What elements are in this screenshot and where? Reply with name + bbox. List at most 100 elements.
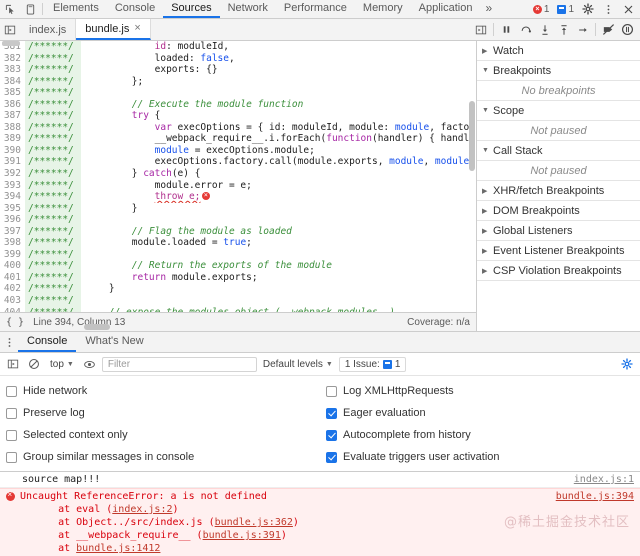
step-into-next-function-call-icon[interactable] <box>535 20 554 39</box>
show-navigator-icon[interactable] <box>0 19 20 40</box>
step-over-next-function-call-icon[interactable] <box>516 20 535 39</box>
setting-hide-network[interactable]: Hide network <box>0 385 320 397</box>
sidebar-section-scope[interactable]: ▼ Scope <box>477 101 640 121</box>
console-settings-gear-icon[interactable] <box>618 355 636 373</box>
console-filter-input[interactable] <box>101 356 257 372</box>
line-number[interactable]: 402 <box>0 283 25 296</box>
console-log-message: source map!!! index.js:1 <box>0 472 640 488</box>
pretty-print-braces-icon[interactable]: { } <box>6 317 24 328</box>
checkbox[interactable] <box>326 451 337 463</box>
deactivate-breakpoints-icon[interactable] <box>599 20 618 39</box>
line-number[interactable]: 400 <box>0 260 25 272</box>
issues-chip[interactable]: 1 Issue: 1 <box>338 356 407 372</box>
line-number[interactable]: 385 <box>0 87 25 99</box>
gear-icon[interactable] <box>578 3 598 15</box>
setting-eager-evaluation[interactable]: Eager evaluation <box>320 407 640 419</box>
inline-error-badge-icon[interactable] <box>202 191 211 201</box>
line-number[interactable]: 383 <box>0 64 25 76</box>
step-icon[interactable] <box>573 20 592 39</box>
sidebar-section-global-listeners[interactable]: ▶ Global Listeners <box>477 221 640 241</box>
editor-horizontal-scrollbar[interactable] <box>84 324 110 330</box>
line-number[interactable]: 403 <box>0 295 25 307</box>
code-text: // Execute the module function <box>86 98 304 110</box>
tab-sources[interactable]: Sources <box>163 0 220 18</box>
line-number[interactable]: 395 <box>0 202 25 215</box>
setting-selected-context-only[interactable]: Selected context only <box>0 429 320 441</box>
execution-context-selector[interactable]: top ▼ <box>46 359 78 370</box>
console-message-source-link[interactable]: bundle.js:394 <box>548 490 634 503</box>
open-file-tabs: index.js bundle.js × <box>20 19 471 40</box>
create-live-expression-icon[interactable] <box>81 355 99 373</box>
tab-application[interactable]: Application <box>411 0 481 18</box>
setting-log-xmlhttprequests[interactable]: Log XMLHttpRequests <box>320 385 640 397</box>
inspect-element-icon[interactable] <box>0 0 20 18</box>
clear-console-icon[interactable] <box>25 355 43 373</box>
tab-elements[interactable]: Elements <box>45 0 107 18</box>
line-number[interactable]: 397 <box>0 225 25 238</box>
sidebar-section-event-listener-breakpoints[interactable]: ▶ Event Listener Breakpoints <box>477 241 640 261</box>
stack-frame-link[interactable]: index.js:2 <box>112 504 172 515</box>
line-number[interactable]: 390 <box>0 144 25 157</box>
checkbox[interactable] <box>326 407 337 419</box>
stack-frame-link[interactable]: bundle.js:362 <box>215 517 293 528</box>
console-message-source-link[interactable]: index.js:1 <box>566 473 634 486</box>
log-levels-selector[interactable]: Default levels ▼ <box>260 359 336 370</box>
drawer-tab-whats-new[interactable]: What's New <box>76 332 152 352</box>
close-icon[interactable]: × <box>134 23 140 34</box>
setting-autocomplete-from-history[interactable]: Autocomplete from history <box>320 429 640 441</box>
sidebar-section-call-stack[interactable]: ▼ Call Stack <box>477 141 640 161</box>
line-number[interactable]: 389 <box>0 133 25 145</box>
show-console-sidebar-icon[interactable] <box>4 355 22 373</box>
line-number[interactable]: 382 <box>0 52 25 65</box>
line-number[interactable]: 393 <box>0 179 25 192</box>
file-tab-index-js[interactable]: index.js <box>20 19 77 40</box>
checkbox[interactable] <box>6 429 17 441</box>
step-out-of-current-function-icon[interactable] <box>554 20 573 39</box>
checkbox[interactable] <box>6 451 17 463</box>
stack-frame-link[interactable]: bundle.js:1412 <box>76 543 160 554</box>
line-number[interactable]: 391 <box>0 156 25 169</box>
line-number[interactable]: 392 <box>0 168 25 180</box>
show-debugger-sidebar-icon[interactable] <box>471 20 490 39</box>
line-number[interactable]: 394 <box>0 191 25 203</box>
checkbox[interactable] <box>326 385 337 397</box>
more-tabs-button[interactable]: » <box>480 0 497 18</box>
line-number[interactable]: 384 <box>0 75 25 88</box>
tab-network[interactable]: Network <box>220 0 276 18</box>
device-toolbar-icon[interactable] <box>20 0 40 18</box>
close-icon[interactable] <box>618 4 638 15</box>
tab-console[interactable]: Console <box>107 0 163 18</box>
sidebar-section-xhr-fetch-breakpoints[interactable]: ▶ XHR/fetch Breakpoints <box>477 181 640 201</box>
line-number[interactable]: 404 <box>0 306 25 312</box>
sidebar-section-csp-violation-breakpoints[interactable]: ▶ CSP Violation Breakpoints <box>477 261 640 281</box>
line-number[interactable]: 396 <box>0 214 25 226</box>
tab-memory[interactable]: Memory <box>355 0 411 18</box>
drawer-tab-console[interactable]: Console <box>18 332 77 352</box>
tab-performance[interactable]: Performance <box>276 0 355 18</box>
setting-evaluate-triggers-user-activation[interactable]: Evaluate triggers user activation <box>320 451 640 463</box>
line-number[interactable]: 386 <box>0 98 25 111</box>
issue-count-badge[interactable]: 1 <box>553 4 578 15</box>
checkbox[interactable] <box>6 385 17 397</box>
drawer-more-options-icon[interactable] <box>0 332 18 352</box>
error-count-badge[interactable]: × 1 <box>529 4 554 15</box>
file-tab-bundle-js[interactable]: bundle.js × <box>76 19 151 40</box>
checkbox[interactable] <box>326 429 337 441</box>
stack-frame-link[interactable]: bundle.js:391 <box>203 530 281 541</box>
pause-on-exceptions-icon[interactable] <box>618 20 637 39</box>
sidebar-section-watch[interactable]: ▶ Watch <box>477 41 640 61</box>
code-editor[interactable]: 381/******/ id: moduleId, 382/******/ loa… <box>0 41 476 312</box>
line-number[interactable]: 388 <box>0 121 25 134</box>
sidebar-section-breakpoints[interactable]: ▼ Breakpoints <box>477 61 640 81</box>
setting-preserve-log[interactable]: Preserve log <box>0 407 320 419</box>
setting-group-similar-messages-in-console[interactable]: Group similar messages in console <box>0 451 320 463</box>
line-number[interactable]: 399 <box>0 248 25 261</box>
sidebar-section-dom-breakpoints[interactable]: ▶ DOM Breakpoints <box>477 201 640 221</box>
more-options-icon[interactable] <box>598 4 618 15</box>
line-number[interactable]: 401 <box>0 271 25 284</box>
checkbox[interactable] <box>6 407 17 419</box>
line-number[interactable]: 387 <box>0 110 25 122</box>
pause-script-execution-icon[interactable] <box>497 20 516 39</box>
line-number[interactable]: 398 <box>0 237 25 249</box>
editor-vertical-scrollbar[interactable] <box>469 101 475 171</box>
